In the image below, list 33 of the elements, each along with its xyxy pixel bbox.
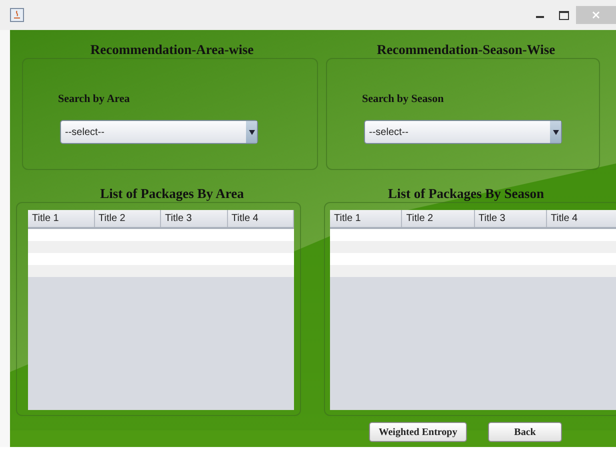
table-row[interactable] [28, 253, 294, 265]
section-title: Recommendation-Area-wise [89, 42, 255, 58]
column-header[interactable]: Title 1 [330, 210, 402, 227]
weighted-entropy-button[interactable]: Weighted Entropy [369, 422, 467, 442]
column-header[interactable]: Title 2 [94, 210, 161, 227]
dropdown-arrow-icon [552, 130, 558, 134]
table-row[interactable] [28, 265, 294, 277]
table-row[interactable] [330, 241, 616, 253]
column-header[interactable]: Title 1 [28, 210, 94, 227]
app-icon [10, 8, 24, 22]
search-label: Search by Area [58, 93, 130, 105]
search-label: Search by Season [362, 93, 444, 105]
section-title: Recommendation-Season-Wise [376, 42, 556, 58]
list-title: List of Packages By Season [386, 186, 545, 202]
maximize-icon [559, 10, 569, 20]
table-row[interactable] [330, 265, 616, 277]
select-dropdown[interactable]: --select-- [364, 120, 562, 144]
table-row[interactable] [28, 241, 294, 253]
packages-table[interactable]: Title 1 Title 2 Title 3 Title 4 [28, 210, 294, 410]
column-header[interactable]: Title 3 [474, 210, 547, 227]
close-icon [592, 11, 600, 19]
column-header[interactable]: Title 3 [161, 210, 228, 227]
table-row[interactable] [28, 229, 294, 241]
list-title: List of Packages By Area [99, 186, 245, 202]
packages-table[interactable]: Title 1 Title 2 Title 3 Title 4 [330, 210, 616, 410]
select-dropdown[interactable]: --select-- [60, 120, 258, 144]
table-row[interactable] [330, 253, 616, 265]
dropdown-arrow-icon [248, 130, 254, 134]
column-header[interactable]: Title 2 [402, 210, 474, 227]
column-header[interactable]: Title 4 [546, 210, 616, 227]
table-row[interactable] [330, 229, 616, 241]
column-header[interactable]: Title 4 [228, 210, 294, 227]
back-button[interactable]: Back [488, 422, 562, 442]
